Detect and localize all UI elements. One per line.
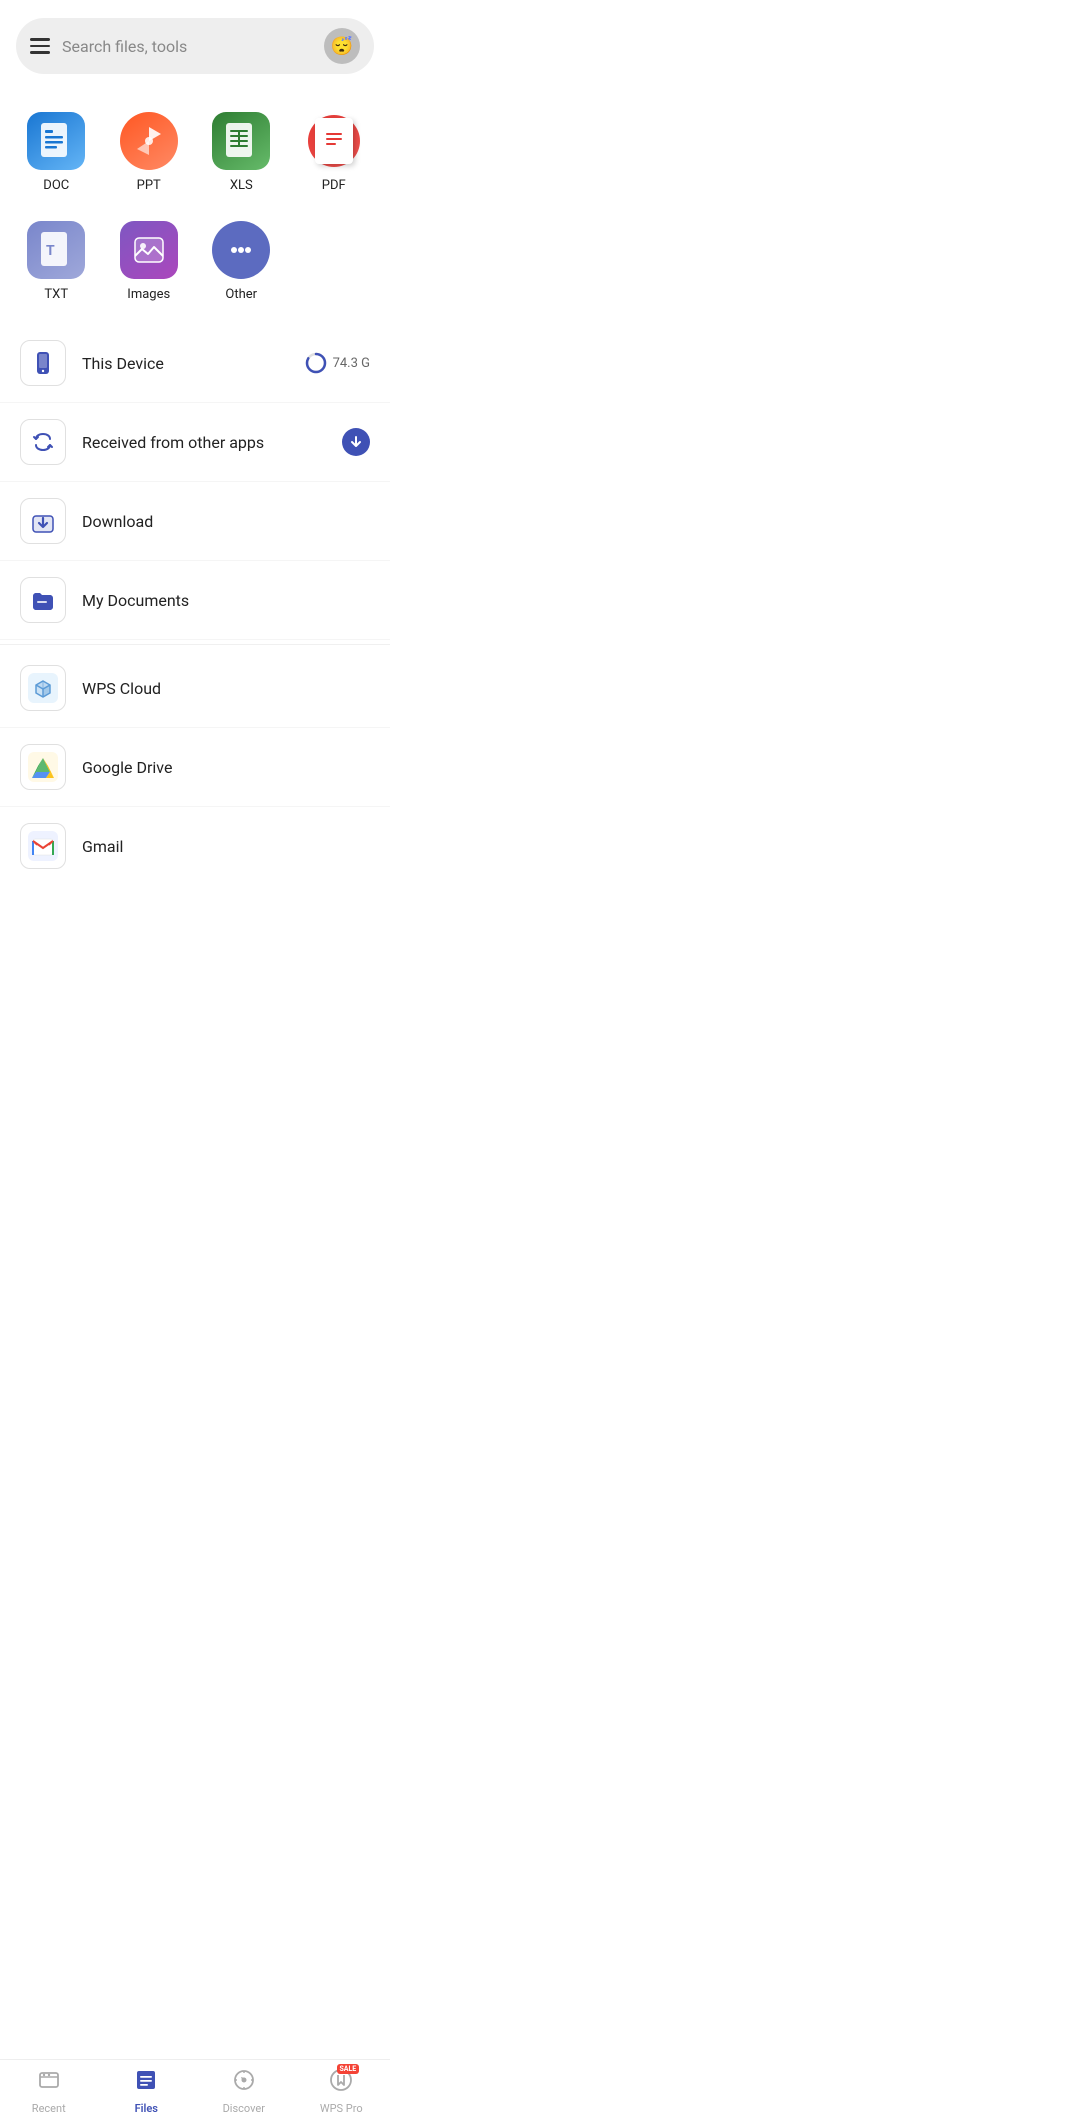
- folder-icon: [30, 587, 56, 613]
- nav-discover[interactable]: Discover: [195, 2068, 293, 2115]
- google-drive-label: Google Drive: [82, 758, 370, 777]
- txt-icon: T: [39, 231, 73, 269]
- storage-item-my-documents[interactable]: My Documents: [0, 561, 390, 640]
- file-type-pdf[interactable]: PDF: [288, 102, 381, 203]
- storage-list: This Device 74.3 G Received f: [0, 320, 390, 889]
- other-icon: [223, 232, 259, 268]
- storage-item-gmail[interactable]: Gmail: [0, 807, 390, 885]
- this-device-label: This Device: [82, 354, 305, 373]
- storage-item-google-drive[interactable]: Google Drive: [0, 728, 390, 807]
- gmail-icon-wrap: [20, 823, 66, 869]
- google-drive-icon: [28, 752, 58, 782]
- xls-icon: [224, 122, 258, 160]
- sale-tag: SALE: [337, 2064, 360, 2074]
- gmail-label: Gmail: [82, 837, 370, 856]
- google-drive-icon-wrap: [20, 744, 66, 790]
- this-device-badge: 74.3 G: [305, 352, 370, 374]
- file-type-grid-row2: T TXT Images: [0, 211, 390, 320]
- doc-label: DOC: [43, 178, 69, 193]
- storage-size: 74.3 G: [333, 356, 370, 371]
- download-folder-icon: [30, 508, 56, 534]
- recent-nav-label: Recent: [32, 2102, 66, 2115]
- file-type-txt[interactable]: T TXT: [10, 211, 103, 312]
- svg-text:T: T: [46, 243, 55, 259]
- images-label: Images: [127, 287, 170, 302]
- wps-cloud-icon-wrap: [20, 665, 66, 711]
- recent-nav-icon: [37, 2068, 61, 2098]
- files-nav-label: Files: [135, 2102, 158, 2115]
- my-documents-label: My Documents: [82, 591, 370, 610]
- other-label: Other: [225, 287, 257, 302]
- menu-icon[interactable]: [30, 38, 50, 54]
- storage-item-download[interactable]: Download: [0, 482, 390, 561]
- file-type-images[interactable]: Images: [103, 211, 196, 312]
- discover-nav-label: Discover: [223, 2102, 265, 2115]
- file-type-grid: DOC PPT: [0, 84, 390, 211]
- wps-cloud-label: WPS Cloud: [82, 679, 370, 698]
- xls-label: XLS: [230, 178, 253, 193]
- discover-nav-icon: [232, 2068, 256, 2098]
- ppt-icon: [131, 123, 167, 159]
- wps-cloud-icon: [28, 673, 58, 703]
- images-icon: [131, 232, 167, 268]
- search-bar[interactable]: Search files, tools 😴: [16, 18, 374, 74]
- download-arrow-icon: [349, 435, 363, 449]
- received-download-badge: [342, 428, 370, 456]
- download-icon-wrap: [20, 498, 66, 544]
- file-type-xls[interactable]: XLS: [195, 102, 288, 203]
- doc-icon: [39, 122, 73, 160]
- received-icon: [30, 429, 56, 455]
- wps-pro-nav-label: WPS Pro: [320, 2102, 363, 2115]
- received-label: Received from other apps: [82, 433, 342, 452]
- nav-files[interactable]: Files: [98, 2068, 196, 2115]
- gmail-icon: [28, 831, 58, 861]
- txt-label: TXT: [44, 287, 68, 302]
- files-nav-icon: [134, 2068, 158, 2098]
- ppt-label: PPT: [137, 178, 161, 193]
- this-device-icon-wrap: [20, 340, 66, 386]
- pdf-label: PDF: [322, 178, 346, 193]
- storage-item-wps-cloud[interactable]: WPS Cloud: [0, 649, 390, 728]
- storage-item-this-device[interactable]: This Device 74.3 G: [0, 324, 390, 403]
- avatar[interactable]: 😴: [324, 28, 360, 64]
- my-documents-icon-wrap: [20, 577, 66, 623]
- bottom-navigation: Recent Files Discover: [0, 2059, 390, 2125]
- storage-progress-ring: [305, 352, 327, 374]
- storage-item-received[interactable]: Received from other apps: [0, 403, 390, 482]
- nav-wps-pro[interactable]: SALE WPS Pro: [293, 2068, 391, 2115]
- nav-recent[interactable]: Recent: [0, 2068, 98, 2115]
- phone-icon: [30, 350, 56, 376]
- file-type-doc[interactable]: DOC: [10, 102, 103, 203]
- file-type-other[interactable]: Other: [195, 211, 288, 312]
- download-label: Download: [82, 512, 370, 531]
- search-input[interactable]: Search files, tools: [62, 37, 312, 56]
- received-icon-wrap: [20, 419, 66, 465]
- file-type-ppt[interactable]: PPT: [103, 102, 196, 203]
